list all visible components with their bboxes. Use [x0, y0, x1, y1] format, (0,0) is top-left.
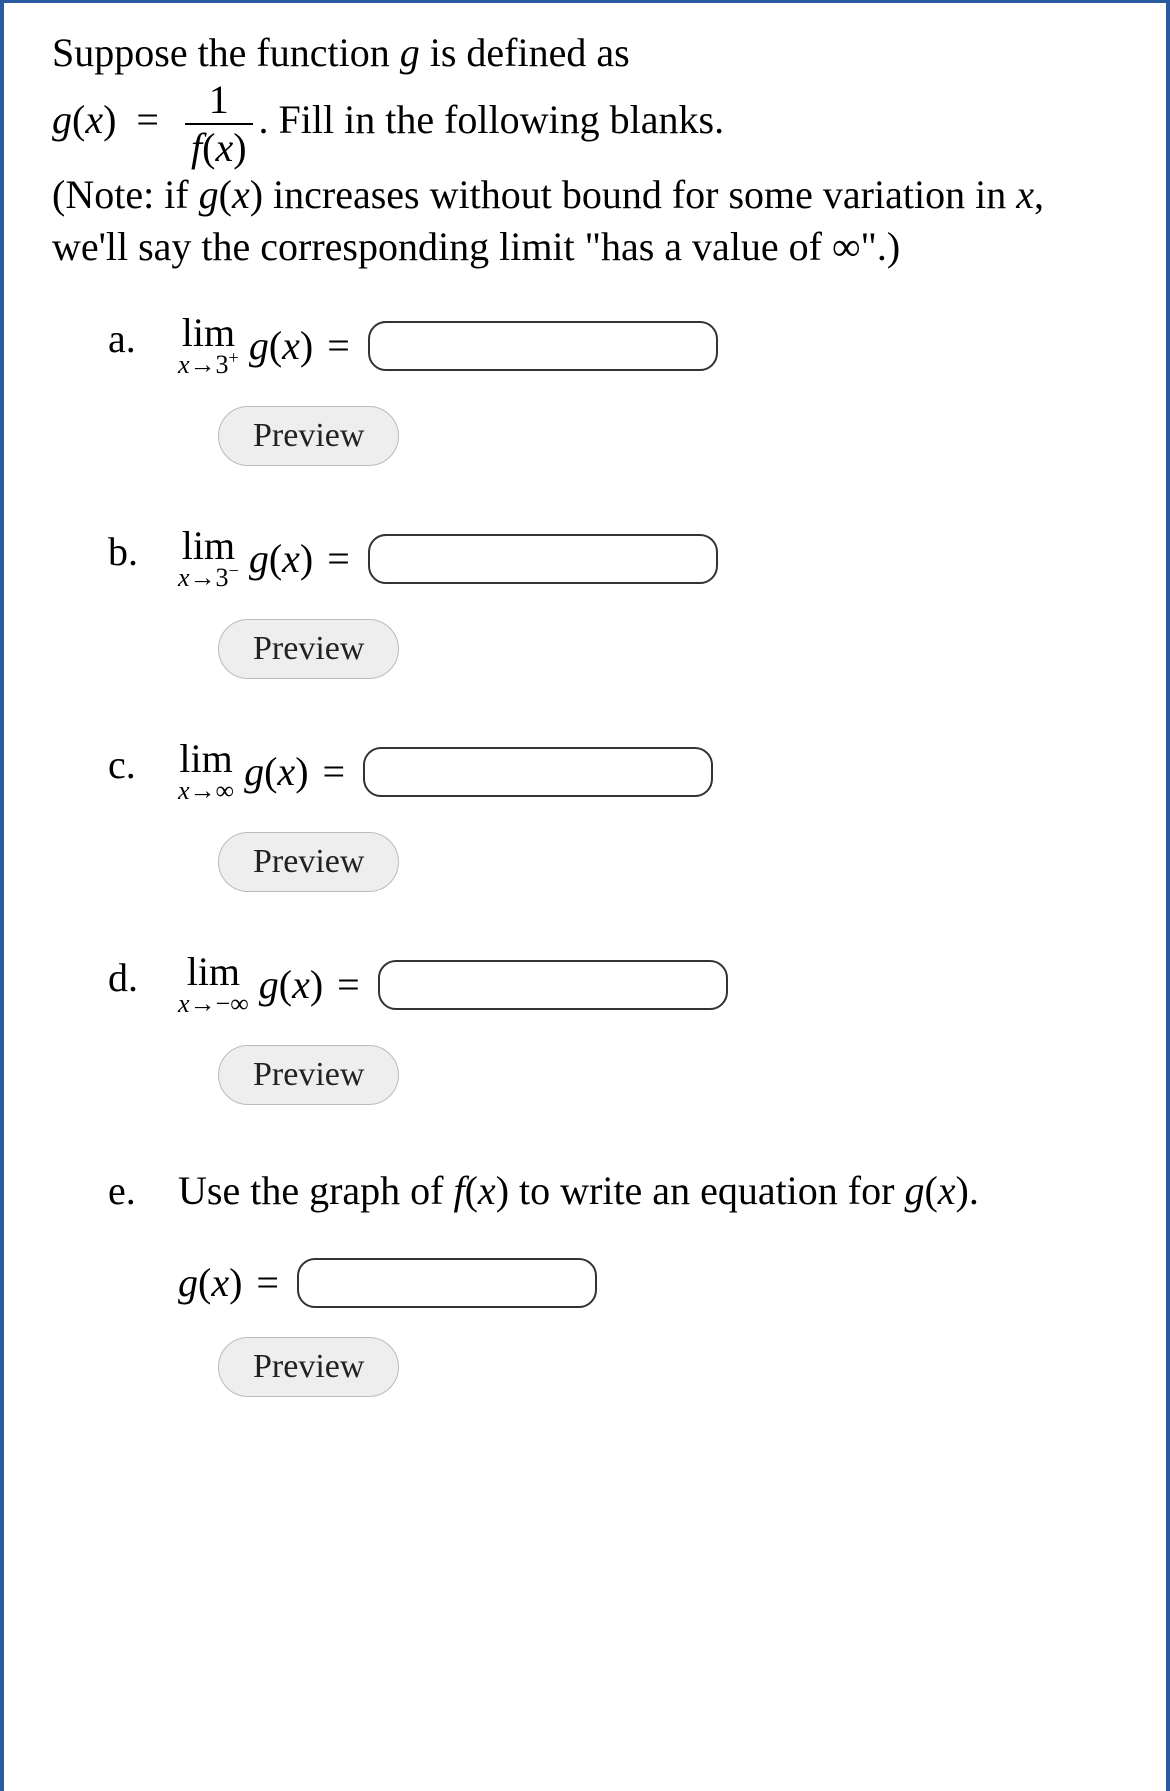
question-content: Suppose the function g is defined as g(x…: [52, 3, 1118, 1397]
part-b-input[interactable]: [368, 534, 718, 584]
part-c-marker: c.: [108, 739, 162, 791]
part-b-limit: lim x→3−: [178, 526, 239, 591]
fraction-denominator: f(x): [185, 123, 253, 169]
part-e-input[interactable]: [297, 1258, 597, 1308]
lim-sub: x→−∞: [178, 991, 249, 1017]
part-a-input[interactable]: [368, 321, 718, 371]
lim-word: lim: [178, 952, 249, 992]
part-b-preview-button[interactable]: Preview: [218, 619, 399, 679]
prompt-fill: . Fill in the following blanks.: [259, 97, 725, 142]
part-b-func: g(x): [249, 533, 313, 585]
part-d-func: g(x): [259, 959, 323, 1011]
part-e: e. Use the graph of f(x) to write an equ…: [108, 1165, 1118, 1397]
part-e-gx: g(x): [178, 1257, 242, 1309]
part-d-preview-button[interactable]: Preview: [218, 1045, 399, 1105]
part-a: a. lim x→3+ g(x) = Preview: [108, 313, 1118, 466]
part-e-text: Use the graph of f(x) to write an equati…: [178, 1165, 1118, 1217]
part-b-equals: =: [317, 533, 360, 585]
prompt-gx: g: [52, 97, 72, 142]
part-b-marker: b.: [108, 526, 162, 578]
part-c-equals: =: [313, 746, 356, 798]
prompt-text-1b: is defined as: [420, 30, 630, 75]
lim-sub: x→∞: [178, 778, 234, 804]
lim-sub: x→3−: [178, 565, 239, 591]
part-e-equals: =: [246, 1257, 289, 1309]
lim-sub: x→3+: [178, 352, 239, 378]
part-e-marker: e.: [108, 1165, 162, 1217]
prompt-text-1: Suppose the function: [52, 30, 400, 75]
fraction-numerator: 1: [185, 79, 253, 123]
prompt-g: g: [400, 30, 420, 75]
part-a-preview-button[interactable]: Preview: [218, 406, 399, 466]
fraction: 1 f(x): [185, 79, 253, 169]
part-b: b. lim x→3− g(x) = Preview: [108, 526, 1118, 679]
part-d-equals: =: [327, 959, 370, 1011]
part-d-marker: d.: [108, 952, 162, 1004]
question-prompt: Suppose the function g is defined as g(x…: [52, 27, 1118, 273]
part-c-input[interactable]: [363, 747, 713, 797]
part-c-limit: lim x→∞: [178, 739, 234, 804]
lim-word: lim: [178, 739, 234, 779]
part-a-func: g(x): [249, 320, 313, 372]
part-a-equals: =: [317, 320, 360, 372]
part-a-limit: lim x→3+: [178, 313, 239, 378]
part-d: d. lim x→−∞ g(x) = Preview: [108, 952, 1118, 1105]
part-e-preview-button[interactable]: Preview: [218, 1337, 399, 1397]
part-a-marker: a.: [108, 313, 162, 365]
question-container: Suppose the function g is defined as g(x…: [0, 0, 1170, 1791]
part-c: c. lim x→∞ g(x) = Preview: [108, 739, 1118, 892]
prompt-note: (Note: if g(x) increases without bound f…: [52, 172, 1044, 269]
equals-sign: =: [126, 97, 179, 142]
part-d-limit: lim x→−∞: [178, 952, 249, 1017]
parts-list: a. lim x→3+ g(x) = Preview b.: [52, 313, 1118, 1397]
part-c-preview-button[interactable]: Preview: [218, 832, 399, 892]
part-d-input[interactable]: [378, 960, 728, 1010]
part-c-func: g(x): [244, 746, 308, 798]
